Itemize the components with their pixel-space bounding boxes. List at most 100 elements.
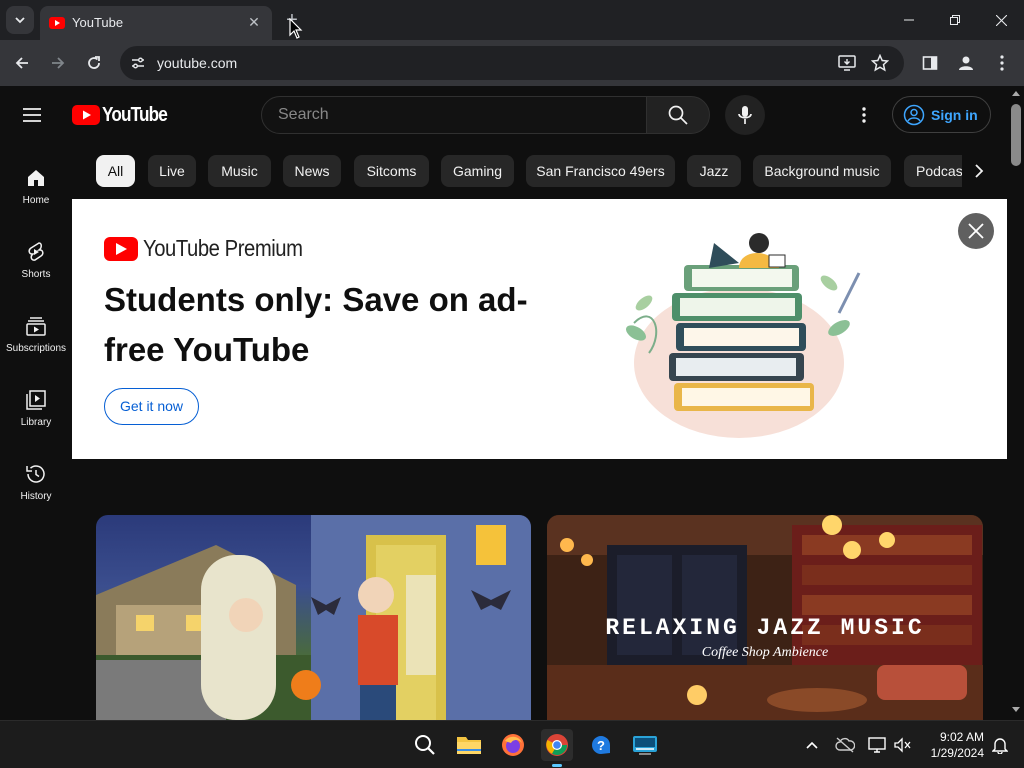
cloud-offline-icon [835,737,855,753]
dismiss-banner-button[interactable] [958,213,994,249]
voice-search-button[interactable] [725,95,765,135]
cartoon-halloween-thumbnail [96,515,531,720]
firefox-icon [502,734,524,756]
get-it-now-button[interactable]: Get it now [104,388,199,425]
close-icon [995,14,1007,26]
monitor-network-icon [868,737,886,753]
volume-tray-button[interactable] [886,729,918,761]
youtube-logo-icon [72,105,100,125]
remote-desktop-icon [633,736,657,755]
site-info-icon[interactable] [130,55,146,71]
scroll-up-arrow-icon[interactable] [1012,90,1020,96]
sign-in-button[interactable]: Sign in [892,96,991,133]
sidebar-item-subscriptions[interactable]: Subscriptions [0,298,72,372]
sidebar-label-shorts: Shorts [21,269,51,280]
tab-search-button[interactable] [6,6,34,34]
library-icon [26,390,46,410]
microphone-icon [738,106,752,124]
taskbar-chrome[interactable] [541,729,573,767]
chip-sitcoms[interactable]: Sitcoms [354,155,429,187]
back-button[interactable] [10,51,34,75]
taskbar-remote-app[interactable] [629,729,661,761]
search-placeholder: Search [278,106,329,123]
chip-jazz[interactable]: Jazz [687,155,741,187]
chips-next-button[interactable] [962,155,996,187]
chip-live[interactable]: Live [148,155,196,187]
premium-brand-text: YouTube Premium [143,235,303,261]
sidebar-label-library: Library [20,417,52,428]
svg-text:?: ? [597,738,605,753]
bookmark-star-icon[interactable] [871,54,889,72]
side-panel-button[interactable] [918,51,942,75]
chip-san-francisco-49ers[interactable]: San Francisco 49ers [526,155,675,187]
clock-time: 9:02 AM [939,730,984,744]
chip-music[interactable]: Music [208,155,271,187]
scroll-down-arrow-icon[interactable] [1012,707,1020,713]
arrow-left-icon [15,57,28,69]
taskbar-search-button[interactable] [409,729,441,761]
taskbar-get-help[interactable]: ? [585,729,617,761]
profile-button[interactable] [954,51,978,75]
subscriptions-icon [26,317,46,336]
sidebar-label-history: History [20,491,52,502]
restore-button[interactable] [932,4,978,36]
bell-icon [992,738,1008,754]
sidebar-item-history[interactable]: History [0,446,72,520]
forward-button[interactable] [46,51,70,75]
chip-gaming[interactable]: Gaming [441,155,514,187]
reload-button[interactable] [82,51,106,75]
hamburger-menu-icon [23,108,41,122]
search-input[interactable]: Search [261,96,647,134]
install-app-icon[interactable] [838,54,856,72]
chevron-up-icon [806,741,818,749]
video-thumbnail[interactable]: RELAXING JAZZ MUSIC Coffee Shop Ambience [547,515,983,720]
onedrive-tray-button[interactable] [829,729,861,761]
sidebar-item-shorts[interactable]: Shorts [0,224,72,298]
chip-background-music[interactable]: Background music [753,155,891,187]
mouse-cursor-icon [289,18,303,39]
settings-menu-button[interactable] [854,105,874,125]
close-window-button[interactable] [978,4,1024,36]
search-icon [415,735,435,755]
mini-guide-sidebar: Home Shorts Subscriptions Library Histor… [0,144,72,720]
sidebar-label-home: Home [22,195,50,206]
chevron-down-icon [15,17,25,24]
browser-tab-bar: YouTube ✕ + [0,0,1024,40]
page-scrollbar[interactable] [1008,86,1024,720]
search-icon [668,105,688,125]
premium-promo-banner: YouTube Premium Students only: Save on a… [72,199,1007,459]
youtube-premium-logo: YouTube Premium [104,235,324,262]
sidebar-label-subscriptions: Subscriptions [5,343,67,354]
browser-menu-button[interactable] [990,51,1014,75]
close-icon [968,223,984,239]
guide-menu-button[interactable] [22,103,50,127]
profile-icon [959,56,973,70]
history-icon [26,465,45,483]
taskbar-firefox[interactable] [497,729,529,761]
restore-icon [950,15,960,25]
youtube-favicon-icon [49,17,65,29]
notifications-button[interactable] [984,729,1016,761]
minimize-button[interactable] [886,4,932,36]
video-thumbnail[interactable] [96,515,531,720]
youtube-play-logo-icon [104,236,138,261]
tab-title: YouTube [72,15,124,30]
browser-tab-youtube[interactable]: YouTube ✕ [40,6,272,40]
youtube-logo[interactable]: YouTube [72,104,178,126]
chip-news[interactable]: News [283,155,341,187]
sidebar-item-home[interactable]: Home [0,150,72,224]
taskbar-file-explorer[interactable] [453,729,485,761]
folder-icon [457,737,481,754]
tab-close-button[interactable]: ✕ [244,12,264,32]
taskbar-clock[interactable]: 9:02 AM 1/29/2024 [920,729,984,761]
show-hidden-icons-button[interactable] [796,729,828,761]
thumbnail-title-overlay: RELAXING JAZZ MUSIC [605,615,925,641]
address-bar[interactable]: youtube.com [120,46,904,80]
chip-all[interactable]: All [96,155,135,187]
search-button[interactable] [646,96,710,134]
minimize-icon [904,19,914,21]
home-icon [28,170,44,186]
side-panel-icon [922,56,938,70]
sidebar-item-library[interactable]: Library [0,372,72,446]
scrollbar-thumb[interactable] [1011,104,1021,166]
